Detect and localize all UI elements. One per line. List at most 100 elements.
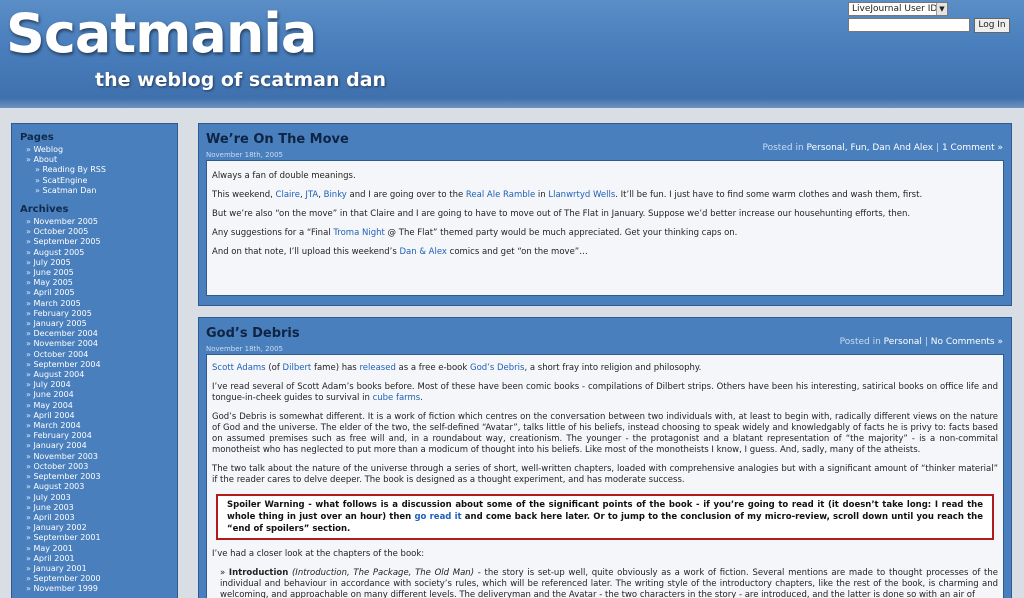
archive-item[interactable]: October 2003 bbox=[26, 462, 169, 472]
archive-link[interactable]: November 2003 bbox=[33, 452, 98, 461]
post-categories-link[interactable]: Personal bbox=[884, 337, 922, 347]
archive-link[interactable]: March 2005 bbox=[33, 299, 80, 308]
archive-item[interactable]: December 2004 bbox=[26, 329, 169, 339]
archive-link[interactable]: January 2001 bbox=[33, 564, 86, 573]
archive-item[interactable]: February 2004 bbox=[26, 431, 169, 441]
sidebar-page-item[interactable]: Weblog bbox=[26, 145, 169, 155]
link-binky[interactable]: Binky bbox=[324, 190, 347, 200]
archive-item[interactable]: January 2002 bbox=[26, 523, 169, 533]
archive-item[interactable]: April 2005 bbox=[26, 288, 169, 298]
sidebar-page-link[interactable]: About bbox=[33, 155, 57, 164]
archive-item[interactable]: June 2003 bbox=[26, 503, 169, 513]
archive-item[interactable]: September 2003 bbox=[26, 472, 169, 482]
archive-item[interactable]: October 2005 bbox=[26, 227, 169, 237]
archive-link[interactable]: November 1999 bbox=[33, 584, 98, 593]
archive-item[interactable]: January 2005 bbox=[26, 319, 169, 329]
link-jta[interactable]: JTA bbox=[305, 190, 318, 200]
archive-item[interactable]: September 2005 bbox=[26, 237, 169, 247]
archive-item[interactable]: July 2005 bbox=[26, 258, 169, 268]
archive-item[interactable]: October 2004 bbox=[26, 350, 169, 360]
sidebar-page-link[interactable]: Weblog bbox=[33, 145, 63, 154]
archive-item[interactable]: January 2001 bbox=[26, 564, 169, 574]
archive-link[interactable]: June 2003 bbox=[33, 503, 73, 512]
post-title[interactable]: God’s Debris bbox=[206, 326, 300, 341]
site-title[interactable]: Scatmania bbox=[6, 2, 317, 65]
link-dilbert[interactable]: Dilbert bbox=[283, 363, 312, 373]
archive-link[interactable]: February 2005 bbox=[33, 309, 91, 318]
archive-link[interactable]: July 2003 bbox=[33, 493, 70, 502]
archive-link[interactable]: August 2003 bbox=[33, 482, 84, 491]
link-gods-debris[interactable]: God’s Debris bbox=[470, 363, 524, 373]
archive-link[interactable]: October 2005 bbox=[33, 227, 88, 236]
archive-item[interactable]: April 2004 bbox=[26, 411, 169, 421]
post-comments-link[interactable]: No Comments » bbox=[931, 337, 1003, 347]
archive-item[interactable]: April 2003 bbox=[26, 513, 169, 523]
archive-link[interactable]: April 2001 bbox=[33, 554, 74, 563]
archive-link[interactable]: October 2003 bbox=[33, 462, 88, 471]
archive-item[interactable]: March 2004 bbox=[26, 421, 169, 431]
link-real-ale-ramble[interactable]: Real Ale Ramble bbox=[466, 190, 535, 200]
post-categories-link[interactable]: Personal, Fun, Dan And Alex bbox=[807, 143, 934, 153]
link-dan-and-alex[interactable]: Dan & Alex bbox=[399, 247, 446, 257]
archive-link[interactable]: June 2004 bbox=[33, 390, 73, 399]
link-released[interactable]: released bbox=[359, 363, 395, 373]
sidebar-page-item[interactable]: Scatman Dan bbox=[35, 186, 169, 196]
archive-item[interactable]: May 2001 bbox=[26, 544, 169, 554]
archive-link[interactable]: September 2003 bbox=[33, 472, 100, 481]
archive-link[interactable]: March 2004 bbox=[33, 421, 80, 430]
archive-item[interactable]: November 2003 bbox=[26, 452, 169, 462]
login-username-input[interactable] bbox=[848, 18, 970, 32]
archive-link[interactable]: April 2003 bbox=[33, 513, 74, 522]
archive-item[interactable]: July 2004 bbox=[26, 380, 169, 390]
archive-link[interactable]: November 2005 bbox=[33, 217, 98, 226]
post-comments-link[interactable]: 1 Comment » bbox=[942, 143, 1003, 153]
archive-item[interactable]: February 2005 bbox=[26, 309, 169, 319]
archive-item[interactable]: August 2005 bbox=[26, 248, 169, 258]
link-llanwrtyd-wells[interactable]: Llanwrtyd Wells bbox=[548, 190, 615, 200]
archive-item[interactable]: June 2004 bbox=[26, 390, 169, 400]
archive-item[interactable]: July 2003 bbox=[26, 493, 169, 503]
sidebar-page-item[interactable]: About bbox=[26, 155, 169, 165]
archive-link[interactable]: May 2005 bbox=[33, 278, 72, 287]
archive-item[interactable]: March 2005 bbox=[26, 299, 169, 309]
archive-item[interactable]: November 2004 bbox=[26, 339, 169, 349]
archive-link[interactable]: September 2004 bbox=[33, 360, 100, 369]
archive-link[interactable]: August 2004 bbox=[33, 370, 84, 379]
archive-item[interactable]: September 2000 bbox=[26, 574, 169, 584]
archive-link[interactable]: January 2005 bbox=[33, 319, 86, 328]
archive-item[interactable]: April 2001 bbox=[26, 554, 169, 564]
archive-item[interactable]: August 2004 bbox=[26, 370, 169, 380]
post-title[interactable]: We’re On The Move bbox=[206, 132, 349, 147]
archive-item[interactable]: September 2001 bbox=[26, 533, 169, 543]
archive-item[interactable]: November 2005 bbox=[26, 217, 169, 227]
post-title-link[interactable]: We’re On The Move bbox=[206, 132, 349, 147]
sidebar-page-item[interactable]: Reading By RSS bbox=[35, 165, 169, 175]
link-scott-adams[interactable]: Scott Adams bbox=[212, 363, 266, 373]
archive-link[interactable]: January 2002 bbox=[33, 523, 86, 532]
login-type-select[interactable]: LiveJournal User ID ▼ bbox=[848, 2, 948, 16]
archive-link[interactable]: September 2000 bbox=[33, 574, 100, 583]
archive-item[interactable]: January 2004 bbox=[26, 441, 169, 451]
link-go-read-it[interactable]: go read it bbox=[414, 512, 461, 522]
archive-link[interactable]: July 2004 bbox=[33, 380, 70, 389]
archive-item[interactable]: May 2004 bbox=[26, 401, 169, 411]
login-button[interactable]: Log In bbox=[974, 18, 1010, 33]
archive-link[interactable]: February 2004 bbox=[33, 431, 91, 440]
archive-link[interactable]: November 2004 bbox=[33, 339, 98, 348]
link-cube-farms[interactable]: cube farms bbox=[373, 393, 421, 403]
archive-item[interactable]: September 2004 bbox=[26, 360, 169, 370]
sidebar-page-link[interactable]: Scatman Dan bbox=[42, 186, 96, 195]
post-title-link[interactable]: God’s Debris bbox=[206, 326, 300, 341]
archive-link[interactable]: August 2005 bbox=[33, 248, 84, 257]
archive-item[interactable]: May 2005 bbox=[26, 278, 169, 288]
archive-link[interactable]: April 2005 bbox=[33, 288, 74, 297]
archive-link[interactable]: September 2005 bbox=[33, 237, 100, 246]
archive-link[interactable]: December 2004 bbox=[33, 329, 97, 338]
sidebar-page-link[interactable]: Reading By RSS bbox=[42, 165, 106, 174]
archive-link[interactable]: June 2005 bbox=[33, 268, 73, 277]
archive-item[interactable]: August 2003 bbox=[26, 482, 169, 492]
archive-link[interactable]: May 2001 bbox=[33, 544, 72, 553]
sidebar-page-link[interactable]: ScatEngine bbox=[42, 176, 87, 185]
archive-item[interactable]: November 1999 bbox=[26, 584, 169, 594]
archive-link[interactable]: October 2004 bbox=[33, 350, 88, 359]
